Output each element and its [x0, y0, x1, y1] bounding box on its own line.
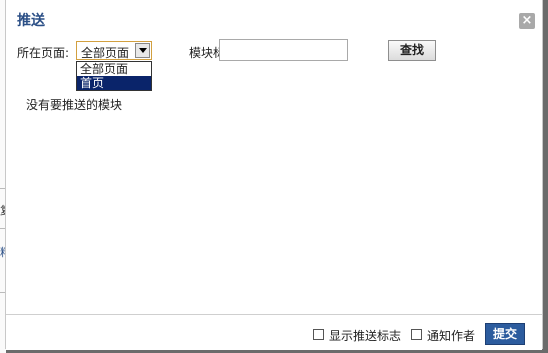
dialog-footer: 显示推送标志 通知作者 提交 [6, 314, 542, 350]
module-id-input[interactable] [219, 39, 348, 61]
close-icon: × [521, 13, 533, 28]
push-dialog: 推送 × 所在页面: 全部页面 全部页面 首页 模块标识: 查找 没有要推送的模… [5, 0, 543, 350]
notify-author-label: 通知作者 [427, 329, 476, 343]
close-button[interactable]: × [519, 13, 535, 29]
dropdown-option-home[interactable]: 首页 [77, 76, 151, 90]
page-select-value: 全部页面 [81, 46, 130, 60]
show-flag-label: 显示推送标志 [329, 329, 402, 343]
page-select[interactable]: 全部页面 [76, 41, 152, 60]
submit-button[interactable]: 提交 [485, 323, 525, 345]
empty-result-message: 没有要推送的模块 [26, 98, 123, 112]
page-dropdown-list: 全部页面 首页 [76, 61, 152, 91]
show-flag-checkbox[interactable] [313, 329, 324, 340]
notify-author-checkbox[interactable] [411, 329, 422, 340]
dropdown-arrow-icon[interactable] [135, 43, 150, 58]
dropdown-option-all-pages[interactable]: 全部页面 [77, 62, 151, 76]
find-button[interactable]: 查找 [388, 40, 436, 61]
page-label: 所在页面: [17, 46, 70, 60]
dialog-title: 推送 [17, 13, 45, 29]
